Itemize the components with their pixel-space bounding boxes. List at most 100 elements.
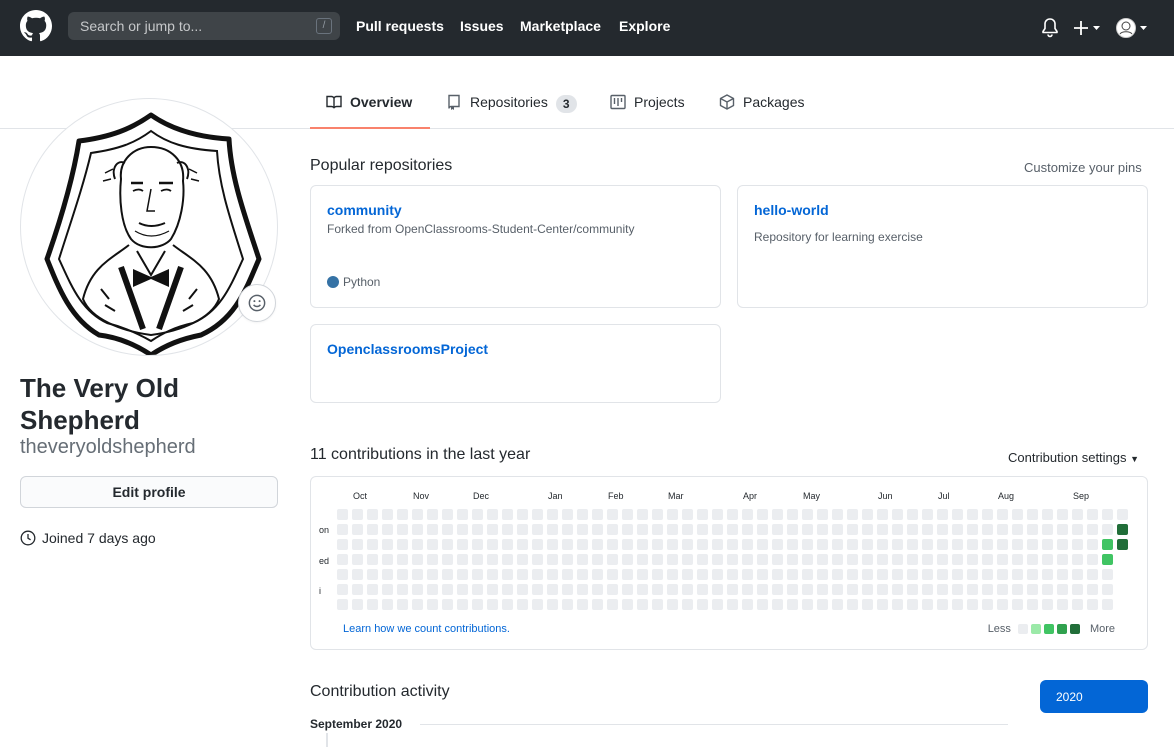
contribution-day[interactable] xyxy=(457,509,468,520)
contribution-day[interactable] xyxy=(1057,524,1068,535)
contribution-day[interactable] xyxy=(727,569,738,580)
contribution-day[interactable] xyxy=(1027,539,1038,550)
contribution-day[interactable] xyxy=(742,569,753,580)
contribution-day[interactable] xyxy=(967,524,978,535)
contribution-day[interactable] xyxy=(352,599,363,610)
contribution-day[interactable] xyxy=(337,599,348,610)
contribution-day[interactable] xyxy=(1027,509,1038,520)
contribution-day[interactable] xyxy=(832,599,843,610)
contribution-day[interactable] xyxy=(607,599,618,610)
contribution-day[interactable] xyxy=(1102,599,1113,610)
contribution-day[interactable] xyxy=(892,509,903,520)
contribution-day[interactable] xyxy=(592,539,603,550)
contribution-day[interactable] xyxy=(877,599,888,610)
contribution-day[interactable] xyxy=(1102,554,1113,565)
contribution-day[interactable] xyxy=(547,509,558,520)
contribution-day[interactable] xyxy=(592,584,603,595)
contribution-day[interactable] xyxy=(412,524,423,535)
contribution-day[interactable] xyxy=(697,599,708,610)
contribution-day[interactable] xyxy=(337,569,348,580)
contribution-day[interactable] xyxy=(682,509,693,520)
pinned-repo-link[interactable]: hello-world xyxy=(754,202,1131,218)
contribution-day[interactable] xyxy=(637,539,648,550)
contribution-day[interactable] xyxy=(367,509,378,520)
contribution-day[interactable] xyxy=(862,569,873,580)
contribution-day[interactable] xyxy=(367,599,378,610)
contribution-day[interactable] xyxy=(697,584,708,595)
contribution-day[interactable] xyxy=(622,599,633,610)
contribution-day[interactable] xyxy=(637,524,648,535)
contribution-day[interactable] xyxy=(592,524,603,535)
contribution-day[interactable] xyxy=(397,554,408,565)
tab-overview[interactable]: Overview xyxy=(310,94,430,129)
contribution-day[interactable] xyxy=(997,599,1008,610)
contribution-day[interactable] xyxy=(412,509,423,520)
contribution-day[interactable] xyxy=(487,509,498,520)
contribution-day[interactable] xyxy=(937,509,948,520)
contribution-day[interactable] xyxy=(952,554,963,565)
contribution-day[interactable] xyxy=(517,554,528,565)
contribution-day[interactable] xyxy=(772,599,783,610)
contribution-day[interactable] xyxy=(577,599,588,610)
contribution-day[interactable] xyxy=(937,569,948,580)
contribution-day[interactable] xyxy=(892,539,903,550)
contribution-day[interactable] xyxy=(442,584,453,595)
contribution-day[interactable] xyxy=(532,554,543,565)
customize-pins-link[interactable]: Customize your pins xyxy=(1024,160,1142,175)
contribution-day[interactable] xyxy=(1087,509,1098,520)
contribution-day[interactable] xyxy=(697,554,708,565)
contribution-day[interactable] xyxy=(742,509,753,520)
contribution-day[interactable] xyxy=(772,569,783,580)
contribution-day[interactable] xyxy=(937,554,948,565)
contribution-day[interactable] xyxy=(877,524,888,535)
contribution-day[interactable] xyxy=(547,524,558,535)
contribution-day[interactable] xyxy=(517,569,528,580)
contribution-day[interactable] xyxy=(952,509,963,520)
contribution-day[interactable] xyxy=(667,509,678,520)
contribution-day[interactable] xyxy=(652,584,663,595)
contribution-day[interactable] xyxy=(352,509,363,520)
contribution-day[interactable] xyxy=(712,524,723,535)
contribution-day[interactable] xyxy=(907,539,918,550)
contribution-day[interactable] xyxy=(1102,569,1113,580)
contribution-day[interactable] xyxy=(337,539,348,550)
contribution-day[interactable] xyxy=(457,569,468,580)
contribution-day[interactable] xyxy=(562,539,573,550)
contribution-day[interactable] xyxy=(577,539,588,550)
contribution-day[interactable] xyxy=(367,554,378,565)
contribution-day[interactable] xyxy=(502,584,513,595)
contribution-day[interactable] xyxy=(667,524,678,535)
contribution-day[interactable] xyxy=(952,599,963,610)
contribution-day[interactable] xyxy=(472,554,483,565)
contribution-day[interactable] xyxy=(1057,599,1068,610)
contribution-day[interactable] xyxy=(622,584,633,595)
contribution-day[interactable] xyxy=(412,599,423,610)
contribution-day[interactable] xyxy=(547,569,558,580)
contribution-day[interactable] xyxy=(382,554,393,565)
contribution-day[interactable] xyxy=(457,524,468,535)
contribution-day[interactable] xyxy=(1042,599,1053,610)
contribution-day[interactable] xyxy=(502,524,513,535)
set-status-button[interactable] xyxy=(238,284,276,322)
contribution-day[interactable] xyxy=(517,599,528,610)
contribution-day[interactable] xyxy=(802,509,813,520)
contribution-day[interactable] xyxy=(397,569,408,580)
contribution-day[interactable] xyxy=(1072,569,1083,580)
contribution-day[interactable] xyxy=(802,554,813,565)
contribution-day[interactable] xyxy=(667,539,678,550)
contribution-day[interactable] xyxy=(847,539,858,550)
contribution-day[interactable] xyxy=(577,569,588,580)
contribution-day[interactable] xyxy=(622,509,633,520)
contribution-day[interactable] xyxy=(397,584,408,595)
create-new-plus-icon[interactable] xyxy=(1072,16,1104,40)
nav-pull-requests[interactable]: Pull requests xyxy=(356,18,444,34)
contribution-day[interactable] xyxy=(862,584,873,595)
edit-profile-button[interactable]: Edit profile xyxy=(20,476,278,508)
contribution-day[interactable] xyxy=(967,569,978,580)
contribution-day[interactable] xyxy=(1057,584,1068,595)
contribution-day[interactable] xyxy=(397,524,408,535)
contribution-day[interactable] xyxy=(382,569,393,580)
contribution-day[interactable] xyxy=(592,569,603,580)
contribution-day[interactable] xyxy=(757,539,768,550)
contribution-day[interactable] xyxy=(667,599,678,610)
